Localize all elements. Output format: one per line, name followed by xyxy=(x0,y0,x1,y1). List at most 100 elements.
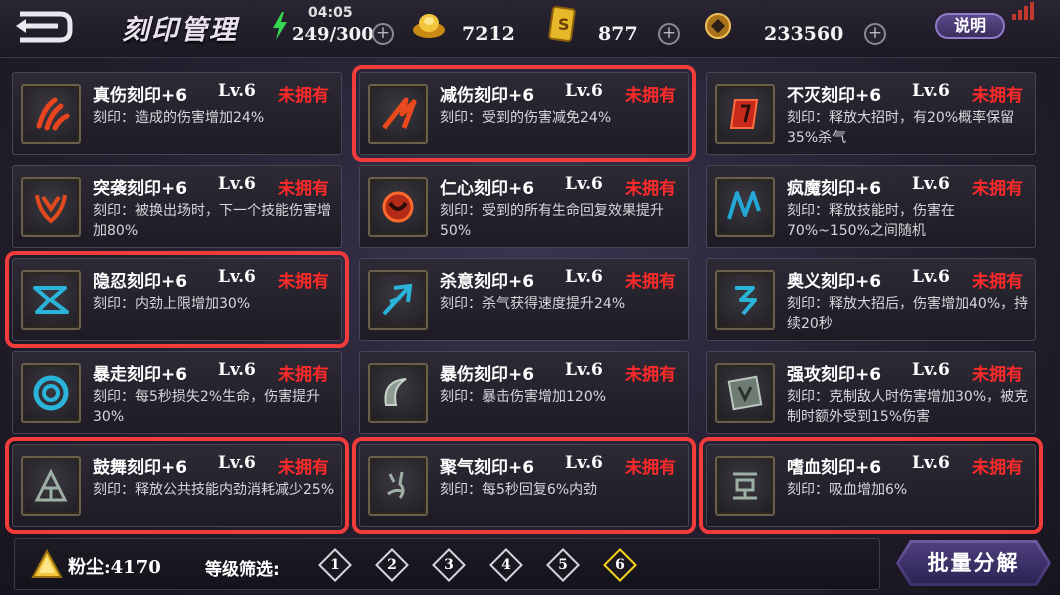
rune-card[interactable]: 嗜血刻印+6 Lv.6 未拥有刻印：吸血增加6% xyxy=(699,437,1043,534)
glyph-rune-icon xyxy=(715,270,775,330)
tent-rune-icon xyxy=(21,456,81,516)
rune-status: 未拥有 xyxy=(625,179,676,199)
level-filter-number: 2 xyxy=(387,557,397,573)
help-button[interactable]: 说明 xyxy=(935,13,1005,39)
rune-grid: 真伤刻印+6 Lv.6 未拥有 刻印：造成的伤害增加24% 减伤刻印+6 Lv.6 未拥有刻… xyxy=(5,65,1052,534)
add-coins-button[interactable]: + xyxy=(864,23,886,45)
rune-name: 仁心刻印+6 xyxy=(440,179,535,199)
rune-status: 未拥有 xyxy=(972,365,1023,385)
batch-decompose-label: 批量分解 xyxy=(927,551,1020,575)
level-filter-2[interactable]: 2 xyxy=(375,548,409,582)
rune-level: Lv.6 xyxy=(218,360,256,380)
level-filter-6[interactable]: 6 xyxy=(603,548,637,582)
batch-decompose-button[interactable]: 批量分解 xyxy=(896,540,1051,586)
page-title: 刻印管理 xyxy=(122,15,238,46)
rune-description: 刻印：内劲上限增加30% xyxy=(93,296,251,312)
rune-description: 刻印：被换出场时，下一个技能伤害增加80% xyxy=(93,203,331,239)
rune-card[interactable]: 真伤刻印+6 Lv.6 未拥有 刻印：造成的伤害增加24% xyxy=(12,72,342,155)
rune-level: Lv.6 xyxy=(912,453,950,473)
slash-rune-icon xyxy=(368,84,428,144)
bottom-bar: 粉尘:4170 等级筛选: 1 2 3 4 5 6 xyxy=(14,538,880,590)
rune-card[interactable]: 疯魔刻印+6 Lv.6 未拥有 刻印：释放技能时，伤害在70%~150%之间随机 xyxy=(706,165,1036,248)
level-filter-3[interactable]: 3 xyxy=(432,548,466,582)
rune-card[interactable]: 减伤刻印+6 Lv.6 未拥有 刻印：受到的伤害减免24% xyxy=(352,65,696,162)
rune-status: 未拥有 xyxy=(278,179,329,199)
card-currency-value: 877 xyxy=(598,23,638,45)
stamina-value: 249/300 xyxy=(292,24,374,45)
rune-card[interactable]: 隐忍刻印+6 Lv.6 未拥有 刻印：内劲上限增加30% xyxy=(5,251,349,348)
rune-level: Lv.6 xyxy=(912,360,950,380)
level-filter-number: 3 xyxy=(444,557,454,573)
rune-card[interactable]: 仁心刻印+6 Lv.6 未拥有刻印：受到的所有生命回复效果提升50% xyxy=(359,165,689,248)
rune-name: 强攻刻印+6 xyxy=(787,365,882,385)
add-stamina-button[interactable]: + xyxy=(372,23,394,45)
tablet-rune-icon xyxy=(715,363,775,423)
dust-icon xyxy=(31,549,63,578)
rune-name: 嗜血刻印+6 xyxy=(787,458,882,478)
arrow-rune-icon xyxy=(368,270,428,330)
svg-text:S: S xyxy=(558,15,570,34)
rune-name: 不灭刻印+6 xyxy=(787,86,882,106)
rune-description: 刻印：释放公共技能内劲消耗减少25% xyxy=(93,482,335,498)
horns-rune-icon xyxy=(21,177,81,237)
rune-description: 刻印：受到的所有生命回复效果提升50% xyxy=(440,203,664,239)
rune-status: 未拥有 xyxy=(972,179,1023,199)
rune-status: 未拥有 xyxy=(972,272,1023,292)
level-filter-5[interactable]: 5 xyxy=(546,548,580,582)
rune-card[interactable]: 暴伤刻印+6 Lv.6 未拥有 刻印：暴击伤害增加120% xyxy=(359,351,689,434)
rune-description: 刻印：每5秒损失2%生命，伤害提升30% xyxy=(93,389,321,425)
zigzag-rune-icon xyxy=(715,177,775,237)
rune-description: 刻印：克制敌人时伤害增加30%，被克制时额外受到15%伤害 xyxy=(787,389,1029,425)
rune-card[interactable]: 聚气刻印+6 Lv.6 未拥有 刻印：每5秒回复6%内劲 xyxy=(352,437,696,534)
rune-level: Lv.6 xyxy=(565,81,603,101)
rune-name: 突袭刻印+6 xyxy=(93,179,188,199)
rune-name: 杀意刻印+6 xyxy=(440,272,535,292)
rune-level: Lv.6 xyxy=(218,174,256,194)
rune-status: 未拥有 xyxy=(972,458,1023,478)
level-filter-number: 4 xyxy=(501,557,511,573)
gold-ingot-icon xyxy=(413,14,445,38)
rune-card[interactable]: 不灭刻印+6 Lv.6 未拥有刻印：释放大招时，有20%概率保留35%杀气 xyxy=(706,72,1036,155)
rune-card[interactable]: 杀意刻印+6 Lv.6 未拥有 刻印：杀气获得速度提升24% xyxy=(359,258,689,341)
rune-level: Lv.6 xyxy=(565,267,603,287)
rune-card[interactable]: 强攻刻印+6 Lv.6 未拥有刻印：克制敌人时伤害增加30%，被克制时额外受到15%… xyxy=(706,351,1036,434)
rune-status: 未拥有 xyxy=(278,86,329,106)
rune-level: Lv.6 xyxy=(565,453,603,473)
rune-level: Lv.6 xyxy=(565,174,603,194)
rune-card[interactable]: 暴走刻印+6 Lv.6 未拥有 刻印：每5秒损失2%生命，伤害提升30% xyxy=(12,351,342,434)
rune-name: 鼓舞刻印+6 xyxy=(93,458,188,478)
level-filter-label: 等级筛选: xyxy=(205,560,280,580)
level-filter-number: 5 xyxy=(558,557,568,573)
claw-rune-icon xyxy=(21,84,81,144)
rune-description: 刻印：造成的伤害增加24% xyxy=(93,110,265,126)
clock-text: 04:05 xyxy=(308,5,353,21)
rune-level: Lv.6 xyxy=(912,174,950,194)
level-filter-number: 1 xyxy=(330,557,340,573)
rune-card[interactable]: 突袭刻印+6 Lv.6 未拥有刻印：被换出场时，下一个技能伤害增加80% xyxy=(12,165,342,248)
rune-status: 未拥有 xyxy=(278,365,329,385)
box-rune-icon xyxy=(715,456,775,516)
flame-rune-icon xyxy=(368,456,428,516)
add-card-currency-button[interactable]: + xyxy=(658,23,680,45)
lightning-icon xyxy=(273,12,287,40)
rune-name: 疯魔刻印+6 xyxy=(787,179,882,199)
level-filter-1[interactable]: 1 xyxy=(318,548,352,582)
level-filter-4[interactable]: 4 xyxy=(489,548,523,582)
rune-status: 未拥有 xyxy=(625,458,676,478)
rune-description: 刻印：吸血增加6% xyxy=(787,482,908,498)
rune-name: 减伤刻印+6 xyxy=(440,86,535,106)
rune-card[interactable]: 鼓舞刻印+6 Lv.6 未拥有 刻印：释放公共技能内劲消耗减少25% xyxy=(5,437,349,534)
ribbon-rune-icon xyxy=(21,270,81,330)
rune-name: 聚气刻印+6 xyxy=(440,458,535,478)
rune-status: 未拥有 xyxy=(625,365,676,385)
rune-status: 未拥有 xyxy=(972,86,1023,106)
coin-icon xyxy=(705,13,731,39)
back-button[interactable] xyxy=(14,8,76,44)
gold-card-icon: S xyxy=(548,6,576,42)
rune-level: Lv.6 xyxy=(912,81,950,101)
coin-value: 233560 xyxy=(764,23,844,45)
rune-description: 刻印：释放大招时，有20%概率保留35%杀气 xyxy=(787,110,1015,146)
rune-card[interactable]: 奥义刻印+6 Lv.6 未拥有 刻印：释放大招后，伤害增加40%，持续20秒 xyxy=(706,258,1036,341)
rune-status: 未拥有 xyxy=(278,272,329,292)
rune-status: 未拥有 xyxy=(625,272,676,292)
